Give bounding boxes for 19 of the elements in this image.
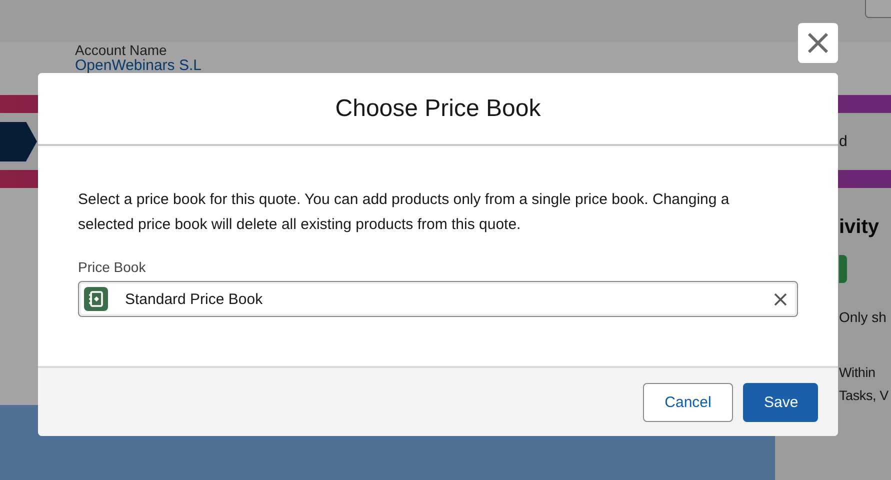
modal-description: Select a price book for this quote. You can add products only from a single price book. Changing a selected price book will delete all existing products from this quote. — [78, 190, 730, 235]
activity-tab[interactable]: ivity — [839, 216, 891, 239]
price-book-icon — [84, 287, 108, 311]
filter-text: Only sh — [839, 309, 888, 325]
price-book-field[interactable]: Standard Price Book — [78, 281, 798, 317]
field-label: Price Book — [78, 259, 147, 275]
activity-info-text: Within — [839, 364, 876, 382]
modal-title: Choose Price Book — [335, 94, 541, 122]
account-name-link[interactable]: OpenWebinars S.L — [75, 58, 891, 73]
save-button[interactable]: Save — [743, 382, 818, 422]
activity-info-text: Tasks, V — [839, 387, 890, 405]
close-button[interactable] — [798, 23, 838, 63]
cancel-button[interactable]: Cancel — [643, 382, 733, 422]
path-stage-label[interactable]: d — [839, 133, 848, 150]
clear-icon[interactable] — [774, 292, 787, 306]
path-stage-chevron[interactable] — [0, 122, 37, 162]
field-value: Standard Price Book — [125, 290, 264, 308]
account-name-label: Account Name — [75, 43, 168, 58]
close-icon — [807, 32, 829, 54]
